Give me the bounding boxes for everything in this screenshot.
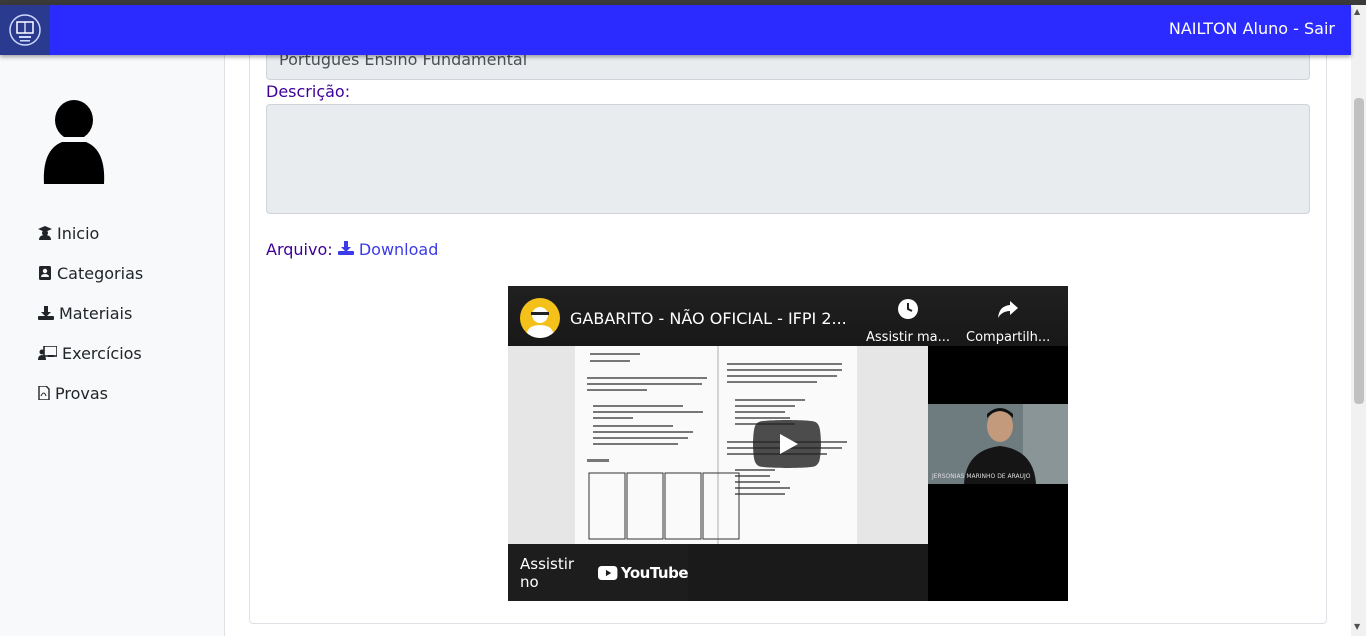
- user-logout-link[interactable]: NAILTON Aluno - Sair: [1169, 19, 1335, 38]
- user-graduate-icon: [38, 226, 52, 240]
- scroll-down-arrow-icon[interactable]: ▼: [1354, 622, 1360, 631]
- play-button-icon[interactable]: [753, 420, 821, 468]
- download-icon: [38, 306, 54, 320]
- video-frame: [508, 343, 928, 544]
- sidebar-menu: Inicio Categorias Materiais Exercícios P…: [38, 213, 143, 413]
- brand-logo[interactable]: [0, 5, 50, 55]
- file-row: Arquivo: Download: [266, 240, 438, 259]
- file-pdf-icon: [38, 386, 50, 400]
- sidebar: Inicio Categorias Materiais Exercícios P…: [0, 55, 225, 636]
- scrollbar-thumb[interactable]: [1354, 98, 1364, 404]
- chalkboard-teacher-icon: [38, 346, 57, 360]
- youtube-logo-icon: [598, 565, 618, 580]
- file-label: Arquivo:: [266, 240, 333, 259]
- description-label: Descrição:: [266, 82, 351, 101]
- share-icon: [998, 301, 1019, 318]
- logo-icon: [9, 14, 41, 46]
- watch-later-button[interactable]: Assistir ma...: [866, 298, 950, 345]
- sidebar-item-label: Materiais: [59, 303, 133, 323]
- sidebar-item-provas[interactable]: Provas: [38, 373, 143, 413]
- watch-later-label: Assistir ma...: [866, 330, 951, 345]
- sidebar-item-label: Categorias: [57, 263, 144, 283]
- top-navbar: NAILTON Aluno - Sair: [0, 5, 1351, 55]
- page-scrollbar[interactable]: ▲ ▼: [1351, 5, 1366, 636]
- scroll-up-arrow-icon[interactable]: ▲: [1354, 7, 1360, 16]
- webcam-caption: JERSONIAS MARINHO DE ARAUJO: [932, 473, 1031, 480]
- youtube-wordmark: YouTube: [620, 563, 689, 582]
- watch-on-label: Assistir no: [520, 554, 575, 591]
- sidebar-item-materiais[interactable]: Materiais: [38, 293, 143, 333]
- download-link[interactable]: Download: [337, 240, 439, 259]
- sidebar-item-categorias[interactable]: Categorias: [38, 253, 143, 293]
- description-field[interactable]: [266, 104, 1310, 214]
- channel-avatar-icon: [526, 307, 554, 338]
- webcam-overlay: [928, 404, 1068, 484]
- download-icon: [337, 241, 354, 255]
- clock-icon: [898, 299, 919, 319]
- main-content: Português Ensino Fundamental Descrição: …: [225, 45, 1351, 636]
- sidebar-item-label: Provas: [55, 383, 108, 403]
- download-label: Download: [358, 240, 439, 259]
- presenter-image: [928, 404, 1068, 484]
- sidebar-item-label: Exercícios: [62, 343, 142, 363]
- sidebar-item-exercicios[interactable]: Exercícios: [38, 333, 143, 373]
- sidebar-item-inicio[interactable]: Inicio: [38, 213, 143, 253]
- address-book-icon: [39, 266, 51, 280]
- sidebar-item-label: Inicio: [57, 223, 100, 243]
- share-label: Compartilh...: [966, 330, 1051, 345]
- channel-avatar[interactable]: [520, 298, 560, 338]
- share-button[interactable]: Compartilh...: [966, 298, 1050, 345]
- watch-on-youtube-button[interactable]: Assistir no YouTube: [508, 544, 689, 601]
- video-title[interactable]: GABARITO - NÃO OFICIAL - IFPI 2...: [570, 309, 847, 328]
- user-avatar-icon: [43, 100, 105, 184]
- youtube-embed[interactable]: GABARITO - NÃO OFICIAL - IFPI 2... Assis…: [508, 286, 1068, 601]
- video-title-bar: GABARITO - NÃO OFICIAL - IFPI 2... Assis…: [508, 286, 1068, 346]
